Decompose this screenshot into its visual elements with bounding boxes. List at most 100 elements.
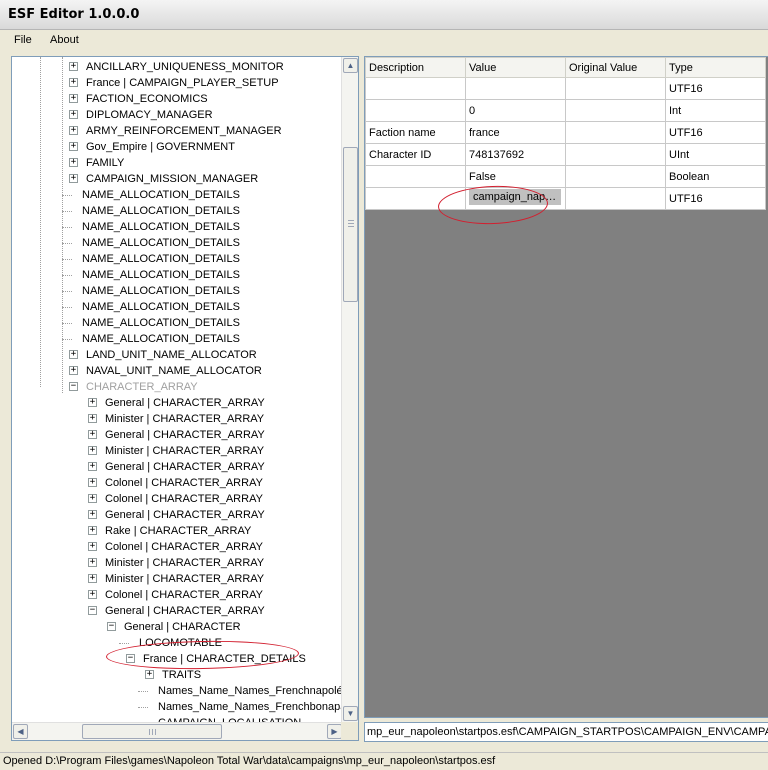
tree-node[interactable]: CHARACTER_ARRAY xyxy=(86,379,198,395)
tree-node[interactable]: ARMY_REINFORCEMENT_MANAGER xyxy=(86,123,282,139)
expand-icon[interactable]: + xyxy=(88,414,97,423)
expand-icon[interactable]: + xyxy=(69,350,78,359)
scroll-down-icon[interactable]: ▼ xyxy=(343,706,358,721)
selected-value-text[interactable]: campaign_napoleon xyxy=(469,189,561,205)
tree-node[interactable]: NAME_ALLOCATION_DETAILS xyxy=(82,267,240,283)
cell-value[interactable]: 748137692 xyxy=(465,143,566,166)
vertical-scroll-thumb[interactable] xyxy=(343,147,358,302)
collapse-icon[interactable]: − xyxy=(69,382,78,391)
tree-node[interactable]: Minister | CHARACTER_ARRAY xyxy=(105,571,264,587)
tree-node[interactable]: FACTION_ECONOMICS xyxy=(86,91,208,107)
path-field[interactable]: mp_eur_napoleon\startpos.esf\CAMPAIGN_ST… xyxy=(364,722,768,742)
tree-node[interactable]: NAME_ALLOCATION_DETAILS xyxy=(82,283,240,299)
column-header-value[interactable]: Value xyxy=(465,57,566,78)
scroll-right-icon[interactable]: ▶ xyxy=(327,724,342,739)
expand-icon[interactable]: + xyxy=(88,558,97,567)
tree-node[interactable]: NAME_ALLOCATION_DETAILS xyxy=(82,251,240,267)
expand-icon[interactable]: + xyxy=(88,494,97,503)
menu-about[interactable]: About xyxy=(46,33,83,47)
expand-icon[interactable]: + xyxy=(69,110,78,119)
tree-node[interactable]: General | CHARACTER_ARRAY xyxy=(105,459,265,475)
tree-node[interactable]: CAMPAIGN_LOCALISATION xyxy=(158,715,301,722)
tree-node[interactable]: General | CHARACTER_ARRAY xyxy=(105,427,265,443)
expand-icon[interactable]: + xyxy=(69,174,78,183)
tree-node[interactable]: NAME_ALLOCATION_DETAILS xyxy=(82,331,240,347)
tree-node[interactable]: Colonel | CHARACTER_ARRAY xyxy=(105,491,263,507)
horizontal-scroll-thumb[interactable] xyxy=(82,724,222,739)
column-header-description[interactable]: Description xyxy=(365,57,466,78)
expand-icon[interactable]: + xyxy=(88,446,97,455)
expand-icon[interactable]: + xyxy=(69,126,78,135)
tree-node[interactable]: General | CHARACTER_ARRAY xyxy=(105,507,265,523)
tree-node[interactable]: Names_Name_Names_Frenchbonaparte xyxy=(158,699,342,715)
cell-value[interactable] xyxy=(465,77,566,100)
expand-icon[interactable]: + xyxy=(69,94,78,103)
tree-horizontal-scrollbar[interactable]: ◀ ▶ xyxy=(12,722,343,740)
cell-value[interactable]: france xyxy=(465,121,566,144)
expand-icon[interactable]: + xyxy=(88,574,97,583)
cell-value-selected[interactable]: campaign_napoleon xyxy=(465,187,566,210)
collapse-icon[interactable]: − xyxy=(88,606,97,615)
expand-icon[interactable]: + xyxy=(69,142,78,151)
scroll-left-icon[interactable]: ◀ xyxy=(13,724,28,739)
tree-node[interactable]: DIPLOMACY_MANAGER xyxy=(86,107,213,123)
column-header-type[interactable]: Type xyxy=(665,57,766,78)
cell-value[interactable]: 0 xyxy=(465,99,566,122)
tree-node[interactable]: Names_Name_Names_Frenchnapoléon xyxy=(158,683,342,699)
tree-node[interactable]: Gov_Empire | GOVERNMENT xyxy=(86,139,235,155)
scroll-up-icon[interactable]: ▲ xyxy=(343,58,358,73)
properties-grid[interactable]: Description Value Original Value Type UT… xyxy=(364,56,768,718)
tree-node[interactable]: NAME_ALLOCATION_DETAILS xyxy=(82,235,240,251)
expand-icon[interactable]: + xyxy=(88,430,97,439)
tree-node[interactable]: Minister | CHARACTER_ARRAY xyxy=(105,443,264,459)
tree-node[interactable]: General | CHARACTER_ARRAY xyxy=(105,395,265,411)
table-row[interactable]: 0 Int xyxy=(365,99,766,122)
table-row[interactable]: Character ID 748137692 UInt xyxy=(365,143,766,166)
column-header-original-value[interactable]: Original Value xyxy=(565,57,666,78)
tree-node[interactable]: France | CAMPAIGN_PLAYER_SETUP xyxy=(86,75,279,91)
tree-node[interactable]: Colonel | CHARACTER_ARRAY xyxy=(105,475,263,491)
expand-icon[interactable]: + xyxy=(69,158,78,167)
tree-node[interactable]: Rake | CHARACTER_ARRAY xyxy=(105,523,251,539)
cell-value[interactable]: False xyxy=(465,165,566,188)
expand-icon[interactable]: + xyxy=(88,398,97,407)
tree-node[interactable]: TRAITS xyxy=(162,667,201,683)
expand-icon[interactable]: + xyxy=(88,590,97,599)
tree-node[interactable]: Colonel | CHARACTER_ARRAY xyxy=(105,539,263,555)
expand-icon[interactable]: + xyxy=(88,510,97,519)
table-row[interactable]: campaign_napoleon UTF16 xyxy=(365,187,766,210)
tree-node[interactable]: General | CHARACTER xyxy=(124,619,241,635)
tree-node[interactable]: France | CHARACTER_DETAILS xyxy=(143,651,306,667)
tree-vertical-scrollbar[interactable]: ▲ ▼ xyxy=(341,57,358,722)
collapse-icon[interactable]: − xyxy=(126,654,135,663)
tree-node[interactable]: NAME_ALLOCATION_DETAILS xyxy=(82,299,240,315)
tree-node[interactable]: Colonel | CHARACTER_ARRAY xyxy=(105,587,263,603)
expand-icon[interactable]: + xyxy=(88,462,97,471)
tree-node[interactable]: General | CHARACTER_ARRAY xyxy=(105,603,265,619)
tree-node[interactable]: ANCILLARY_UNIQUENESS_MONITOR xyxy=(86,59,284,75)
tree-node[interactable]: NAVAL_UNIT_NAME_ALLOCATOR xyxy=(86,363,262,379)
menu-file[interactable]: File xyxy=(10,33,36,47)
table-row[interactable]: UTF16 xyxy=(365,77,766,100)
tree-node[interactable]: NAME_ALLOCATION_DETAILS xyxy=(82,187,240,203)
tree-node[interactable]: NAME_ALLOCATION_DETAILS xyxy=(82,203,240,219)
table-row[interactable]: False Boolean xyxy=(365,165,766,188)
expand-icon[interactable]: + xyxy=(88,478,97,487)
expand-icon[interactable]: + xyxy=(69,366,78,375)
tree-node[interactable]: LOCOMOTABLE xyxy=(139,635,222,651)
tree-view[interactable]: + ANCILLARY_UNIQUENESS_MONITOR + France | C… xyxy=(11,56,359,741)
expand-icon[interactable]: + xyxy=(69,62,78,71)
tree-node[interactable]: CAMPAIGN_MISSION_MANAGER xyxy=(86,171,258,187)
expand-icon[interactable]: + xyxy=(145,670,154,679)
expand-icon[interactable]: + xyxy=(69,78,78,87)
tree-node[interactable]: NAME_ALLOCATION_DETAILS xyxy=(82,315,240,331)
collapse-icon[interactable]: − xyxy=(107,622,116,631)
expand-icon[interactable]: + xyxy=(88,542,97,551)
tree-node[interactable]: FAMILY xyxy=(86,155,124,171)
tree-node[interactable]: Minister | CHARACTER_ARRAY xyxy=(105,411,264,427)
expand-icon[interactable]: + xyxy=(88,526,97,535)
table-row[interactable]: Faction name france UTF16 xyxy=(365,121,766,144)
tree-node[interactable]: LAND_UNIT_NAME_ALLOCATOR xyxy=(86,347,257,363)
tree-node[interactable]: Minister | CHARACTER_ARRAY xyxy=(105,555,264,571)
tree-node[interactable]: NAME_ALLOCATION_DETAILS xyxy=(82,219,240,235)
